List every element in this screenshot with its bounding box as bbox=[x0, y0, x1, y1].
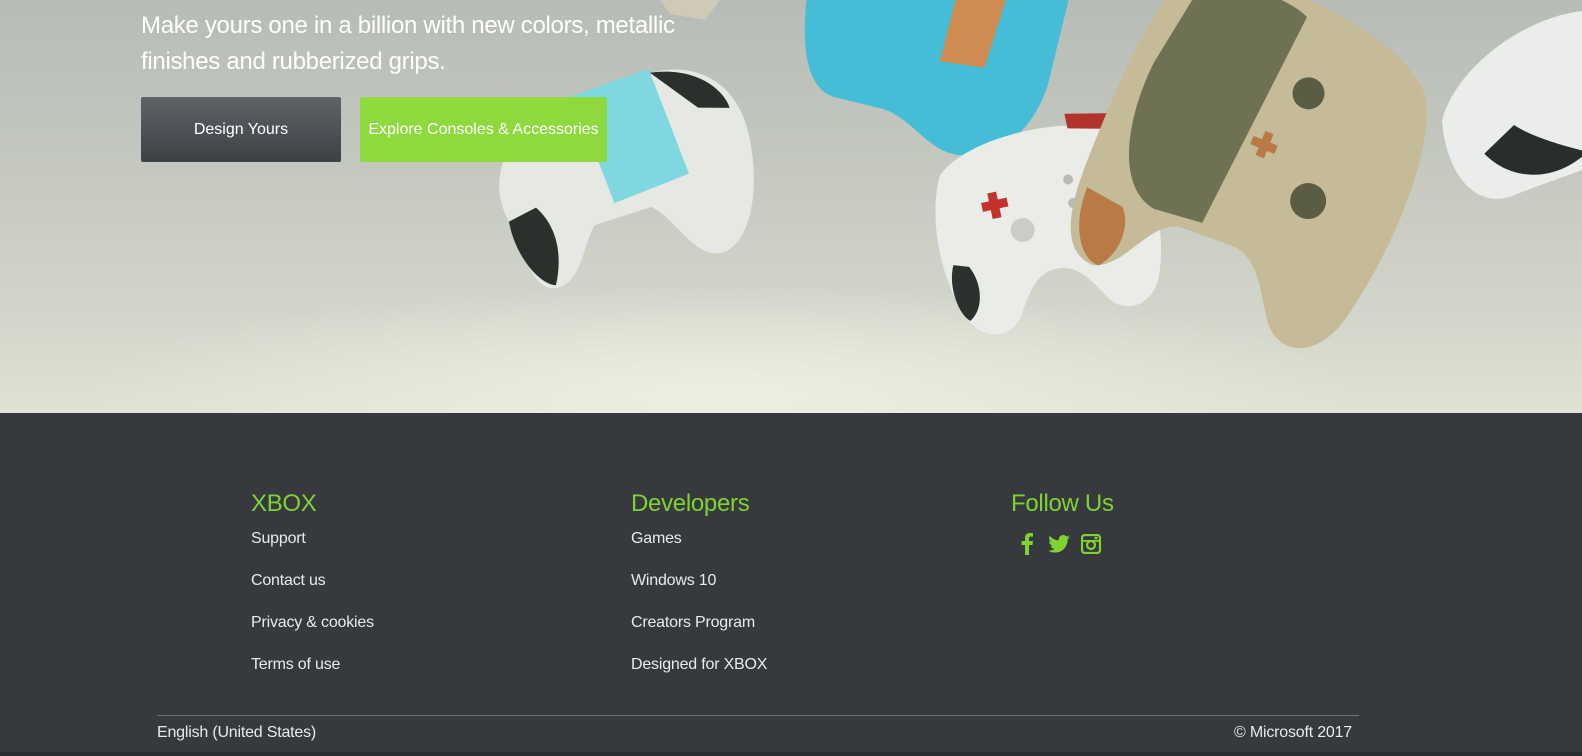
copyright-text: © Microsoft 2017 bbox=[1234, 724, 1352, 741]
page-bottom-edge bbox=[0, 752, 1582, 756]
footer-link-terms-of-use[interactable]: Terms of use bbox=[251, 656, 340, 673]
footer-heading-developers: Developers bbox=[631, 490, 750, 517]
explore-consoles-button[interactable]: Explore Consoles & Accessories bbox=[360, 97, 607, 162]
footer-link-privacy-cookies[interactable]: Privacy & cookies bbox=[251, 614, 374, 631]
footer-link-windows-10[interactable]: Windows 10 bbox=[631, 572, 716, 589]
site-footer: XBOX Support Contact us Privacy & cookie… bbox=[0, 413, 1582, 756]
hero-banner: Make yours one in a billion with new col… bbox=[0, 0, 1582, 413]
hero-tagline: Make yours one in a billion with new col… bbox=[141, 12, 675, 75]
footer-column-xbox: XBOX Support Contact us Privacy & cookie… bbox=[251, 489, 374, 698]
footer-column-follow-us: Follow Us bbox=[1011, 489, 1114, 555]
footer-link-support[interactable]: Support bbox=[251, 530, 306, 547]
footer-link-games[interactable]: Games bbox=[631, 530, 682, 547]
footer-link-contact-us[interactable]: Contact us bbox=[251, 572, 326, 589]
facebook-icon[interactable] bbox=[1016, 533, 1038, 555]
footer-heading-xbox: XBOX bbox=[251, 490, 317, 517]
footer-heading-follow-us: Follow Us bbox=[1011, 490, 1114, 517]
language-selector[interactable]: English (United States) bbox=[157, 724, 316, 742]
controller-far-right bbox=[1442, 10, 1582, 199]
design-yours-button[interactable]: Design Yours bbox=[141, 97, 341, 162]
footer-link-designed-for-xbox[interactable]: Designed for XBOX bbox=[631, 656, 767, 673]
controller-olive-tan bbox=[1070, 0, 1427, 349]
social-links bbox=[1016, 533, 1114, 555]
instagram-icon[interactable] bbox=[1080, 533, 1102, 555]
controller-teal-white bbox=[499, 68, 754, 289]
twitter-icon[interactable] bbox=[1048, 533, 1070, 555]
footer-link-creators-program[interactable]: Creators Program bbox=[631, 614, 755, 631]
footer-divider bbox=[157, 715, 1359, 716]
footer-column-developers: Developers Games Windows 10 Creators Pro… bbox=[631, 489, 767, 698]
